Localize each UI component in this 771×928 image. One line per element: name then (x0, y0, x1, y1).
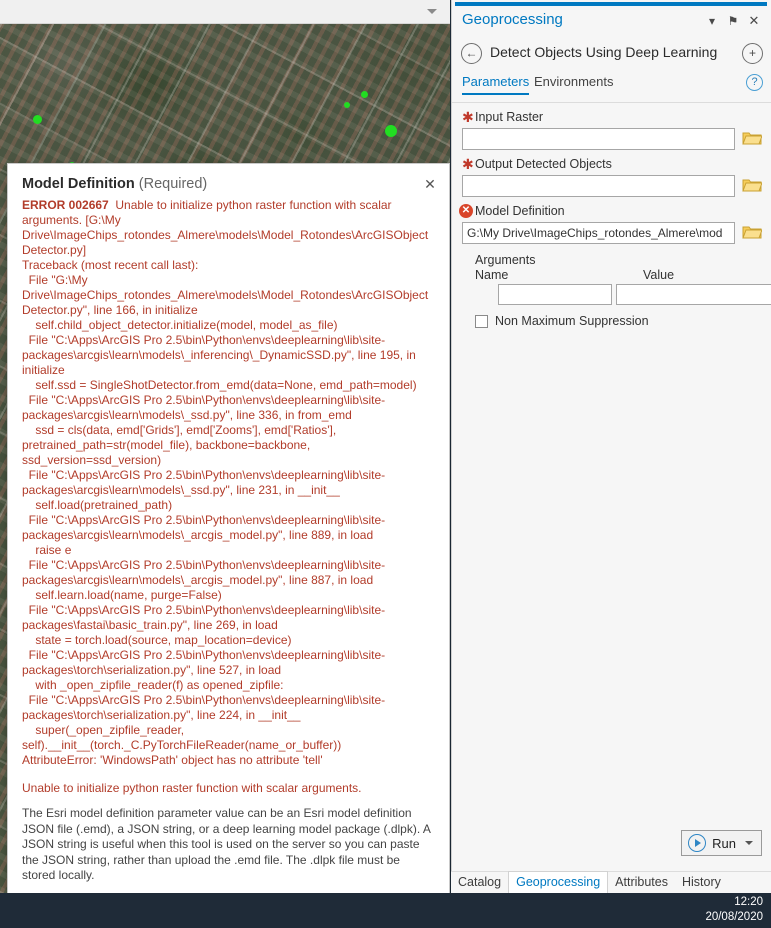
error-code: ERROR 002667 (22, 198, 109, 212)
taskbar-date: 20/08/2020 (705, 911, 763, 923)
param-input-raster: ✱ Input Raster (452, 110, 771, 150)
error-traceback-body: Unable to initialize python raster funct… (22, 198, 429, 767)
geoprocessing-pane: Geoprocessing ▾ ⚑ ✕ ← Detect Objects Usi… (451, 0, 771, 893)
pane-menu-caret-icon[interactable]: ▾ (704, 13, 720, 29)
param-label-input-raster: Input Raster (475, 110, 544, 124)
popup-header: Model Definition (Required) ✕ (8, 164, 449, 196)
tool-header-row: ← Detect Objects Using Deep Learning + (452, 38, 771, 68)
browse-folder-icon-model-definition[interactable] (742, 224, 762, 242)
pane-accent-bar (455, 2, 767, 6)
field-row-output-detected-objects (462, 175, 762, 197)
argument-value-field[interactable] (616, 284, 771, 305)
popup-title-required-suffix: (Required) (138, 176, 208, 192)
dock-tab-history[interactable]: History (675, 872, 728, 893)
taskbar-time: 12:20 (734, 896, 763, 908)
map-toolbar (0, 0, 450, 24)
error-traceback: ERROR 002667 Unable to initialize python… (22, 198, 435, 768)
arguments-table-row (452, 284, 771, 305)
non-maximum-suppression-checkbox[interactable] (475, 314, 488, 328)
add-plus-icon[interactable]: + (742, 43, 763, 64)
required-star-icon: ✱ (462, 109, 474, 125)
popup-body: ERROR 002667 Unable to initialize python… (8, 198, 449, 917)
arguments-header-row: Name Value (452, 268, 771, 282)
dock-tab-catalog[interactable]: Catalog (451, 872, 508, 893)
run-play-icon (688, 834, 707, 852)
param-label-model-definition: Model Definition (475, 204, 565, 218)
detection-marker[interactable] (385, 125, 397, 137)
error-badge-icon: ✕ (459, 204, 473, 218)
pane-titlebar: Geoprocessing ▾ ⚑ ✕ (452, 8, 771, 34)
run-button[interactable]: Run (681, 830, 762, 856)
param-label-output-detected-objects: Output Detected Objects (475, 157, 612, 171)
browse-folder-icon-input-raster[interactable] (742, 130, 762, 148)
non-maximum-suppression-row: Non Maximum Suppression (452, 314, 771, 328)
help-icon[interactable]: ? (746, 74, 763, 91)
dock-tab-geoprocessing[interactable]: Geoprocessing (508, 871, 609, 893)
taskbar-clock[interactable]: 12:20 20/08/2020 (705, 895, 763, 925)
windows-taskbar: 12:20 20/08/2020 (0, 893, 771, 928)
pane-tabs: Parameters Environments ? (452, 72, 771, 98)
argument-name-field[interactable] (498, 284, 613, 305)
non-maximum-suppression-label: Non Maximum Suppression (495, 314, 649, 328)
tool-title: Detect Objects Using Deep Learning (490, 44, 718, 60)
param-output-detected-objects: ✱ Output Detected Objects (452, 157, 771, 197)
pane-title: Geoprocessing (462, 11, 563, 28)
field-row-input-raster (462, 128, 762, 150)
required-star-icon: ✱ (462, 156, 474, 172)
input-raster-field[interactable] (462, 128, 735, 150)
param-model-definition: ✕ Model Definition G:\My Drive\ImageChip… (452, 204, 771, 244)
arguments-column-value: Value (643, 268, 675, 282)
browse-folder-icon-output[interactable] (742, 177, 762, 195)
run-dropdown-caret-icon[interactable] (745, 841, 753, 845)
parameters-form: ✱ Input Raster ✱ Output Detected Objects (452, 110, 771, 328)
arguments-title: Arguments (475, 253, 536, 267)
arguments-column-name: Name (475, 268, 509, 282)
output-detected-objects-field[interactable] (462, 175, 735, 197)
help-paragraph-1: The Esri model definition parameter valu… (22, 806, 431, 882)
close-icon[interactable]: ✕ (422, 176, 438, 192)
detection-marker[interactable] (344, 102, 350, 108)
model-definition-error-popup: Model Definition (Required) ✕ ERROR 00266… (7, 163, 450, 918)
map-toolbar-dropdown-caret-icon[interactable] (427, 9, 437, 14)
tab-parameters[interactable]: Parameters (462, 74, 530, 95)
back-arrow-icon[interactable]: ← (461, 43, 482, 64)
tabs-divider (452, 102, 771, 103)
close-icon[interactable]: ✕ (746, 13, 762, 29)
model-definition-field[interactable]: G:\My Drive\ImageChips_rotondes_Almere\m… (462, 222, 735, 244)
tab-environments[interactable]: Environments (534, 74, 613, 93)
pin-icon[interactable]: ⚑ (725, 13, 741, 29)
detection-marker[interactable] (32, 114, 42, 124)
detection-marker[interactable] (360, 90, 368, 98)
dock-tab-attributes[interactable]: Attributes (608, 872, 675, 893)
run-button-label: Run (712, 835, 736, 851)
error-summary: Unable to initialize python raster funct… (22, 781, 362, 795)
popup-title: Model Definition (22, 176, 135, 192)
field-row-model-definition: G:\My Drive\ImageChips_rotondes_Almere\m… (462, 222, 762, 244)
dock-tab-strip: Catalog Geoprocessing Attributes History (451, 871, 771, 893)
app-window: Model Definition (Required) ✕ ERROR 00266… (0, 0, 771, 928)
